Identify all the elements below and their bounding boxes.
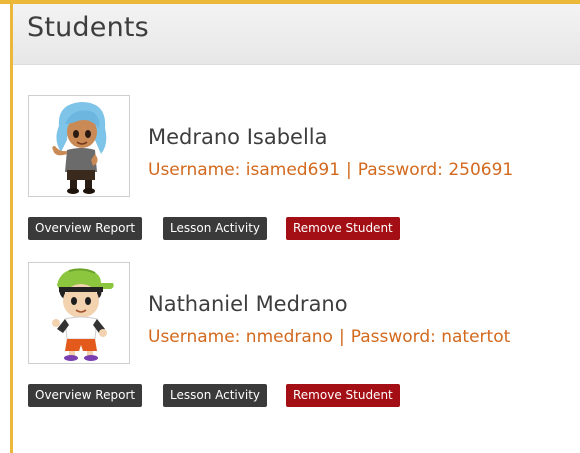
student-credentials: Username: nmedrano | Password: natertot [148, 327, 510, 347]
student-card: Medrano Isabella Username: isamed691 | Pas… [28, 95, 568, 255]
student-card: Nathaniel Medrano Username: nmedrano | Pas… [28, 262, 568, 422]
page-header: Students [13, 4, 580, 65]
page-title: Students [27, 12, 149, 43]
student-name: Nathaniel Medrano [148, 292, 348, 316]
password-text: Password: natertot [350, 327, 511, 347]
username-text: Username: nmedrano [148, 327, 333, 347]
username-text: Username: isamed691 [148, 160, 341, 180]
student-credentials: Username: isamed691 | Password: 250691 [148, 160, 513, 180]
student-avatar-boy-icon [28, 262, 130, 364]
accent-left-border [10, 4, 13, 453]
password-text: Password: 250691 [357, 160, 514, 180]
overview-report-button[interactable]: Overview Report [28, 217, 143, 240]
lesson-activity-button[interactable]: Lesson Activity [163, 384, 267, 407]
credential-separator: | [338, 327, 345, 347]
remove-student-button[interactable]: Remove Student [286, 217, 400, 240]
remove-student-button[interactable]: Remove Student [286, 384, 400, 407]
lesson-activity-button[interactable]: Lesson Activity [163, 217, 267, 240]
student-name: Medrano Isabella [148, 125, 328, 149]
student-avatar-girl-icon [28, 95, 130, 197]
students-panel: Students Medrano Isabella Username: isam… [0, 0, 580, 453]
overview-report-button[interactable]: Overview Report [28, 384, 143, 407]
credential-separator: | [346, 160, 352, 180]
